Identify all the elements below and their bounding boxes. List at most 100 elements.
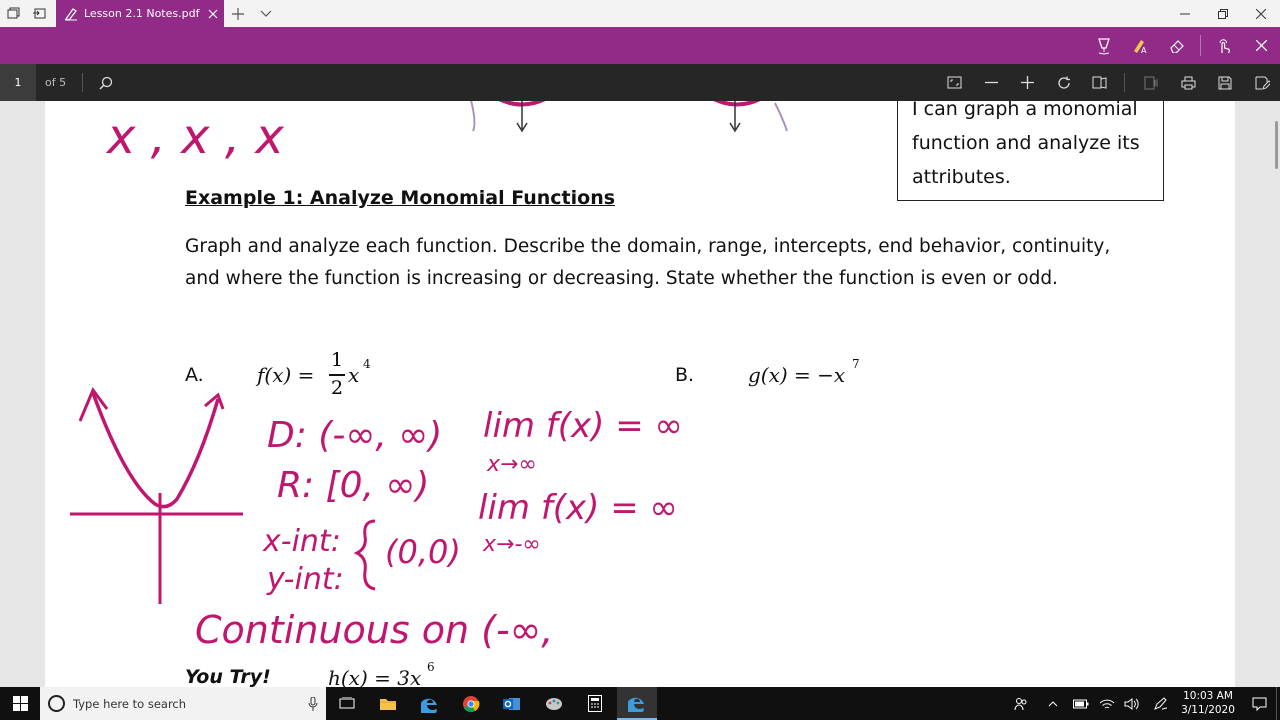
pdf-toolbar: 1 of 5 [0,64,1280,101]
save-as-icon [1255,76,1270,90]
eraser-icon [1170,39,1184,53]
edge-window: Lesson 2.1 Notes.pdf A 1 of 5 I can grap… [0,0,1280,720]
restore-tabs-icon [32,8,45,19]
show-aside-tabs-button[interactable] [26,0,52,27]
file-explorer-button[interactable] [368,687,408,720]
start-button[interactable] [0,687,40,720]
edge-active-button[interactable] [617,687,657,720]
save-button[interactable] [1210,64,1240,101]
windows-logo-icon [12,696,28,711]
calculator-button[interactable] [575,687,615,720]
fit-to-page-icon [947,76,961,89]
task-view-button[interactable] [327,687,367,720]
touch-writing-button[interactable] [1207,27,1241,64]
edge-legacy-button[interactable] [410,687,450,720]
read-aloud-button[interactable] [1136,64,1166,101]
pdf-ink-icon [62,7,80,21]
speaker-icon [1124,697,1139,710]
tab-preview-button[interactable] [252,0,280,27]
plus-icon [1020,76,1034,89]
eraser-button[interactable] [1160,27,1194,64]
minimize-icon [1180,13,1190,14]
close-icon [1255,40,1267,51]
cortana-icon [48,695,65,712]
task-view-icon [339,697,355,709]
top-scribble: x , x , x [105,109,284,165]
ink-limit-neg: lim f(x) = ∞ [478,488,678,528]
zoom-out-button[interactable] [976,64,1006,101]
search-button[interactable] [91,64,121,101]
edge-icon [628,697,644,712]
people-button[interactable] [1010,687,1032,720]
plus-icon [232,7,244,20]
palette-icon [546,697,562,710]
page-count: of 5 [45,76,67,89]
toolbar-divider [1124,73,1125,92]
scrollbar-thumb[interactable] [1275,121,1278,169]
svg-text:A: A [1141,46,1147,54]
system-clock[interactable]: 10:03 AM 3/11/2020 [1176,689,1240,717]
ink-domain: D: (-∞, ∞) [267,415,442,456]
people-icon [1014,697,1027,710]
read-aloud-icon [1144,76,1158,89]
ink-range: R: [0, ∞) [277,465,429,506]
zoom-in-button[interactable] [1012,64,1042,101]
action-center-button[interactable] [1244,687,1274,720]
chevron-down-icon [260,10,272,17]
page-view-icon [1092,76,1107,89]
minimize-button[interactable] [1166,0,1204,27]
battery-button[interactable] [1070,687,1092,720]
print-button[interactable] [1173,64,1203,101]
ink-limit-pos-sub: x→∞ [486,452,537,477]
show-desktop-button[interactable] [1276,687,1280,720]
toolbar-divider [82,73,83,92]
set-aside-tabs-button[interactable] [0,0,26,27]
edge-icon [421,698,437,713]
close-tab-icon[interactable] [202,9,224,19]
rotate-button[interactable] [1049,64,1079,101]
pen-workspace-button[interactable] [1150,687,1172,720]
page-view-button[interactable] [1085,64,1115,101]
fit-page-button[interactable] [939,64,969,101]
pdf-viewer[interactable]: I can graph a monomial function and anal… [0,101,1280,687]
active-tab[interactable]: Lesson 2.1 Notes.pdf [56,0,224,27]
rotate-icon [1058,76,1070,89]
close-window-button[interactable] [1242,0,1280,27]
ink-limit-neg-sub: x→-∞ [482,532,541,557]
ink-toolbar: A [0,27,1280,64]
save-as-button[interactable] [1247,64,1277,101]
chrome-button[interactable] [451,687,491,720]
search-icon [99,76,113,90]
graph-curve [91,392,220,509]
handwriting-layer: x , x , x D: (-∞, ∞) R: [0, ∞) x-int: y-… [70,101,788,652]
prev-figure-curve [774,102,788,132]
chrome-icon [463,695,480,712]
wifi-icon [1099,699,1115,708]
close-ink-button[interactable] [1244,27,1278,64]
volume-button[interactable] [1121,687,1143,720]
notification-icon [1252,697,1266,711]
close-icon [1256,8,1266,19]
taskbar-search[interactable]: Type here to search [40,687,326,720]
page-number-input[interactable]: 1 [0,64,36,101]
prev-figure-curve [498,101,546,107]
touch-hand-icon [1219,38,1230,53]
chevron-up-icon [1048,700,1058,706]
ballpoint-pen-button[interactable] [1087,27,1121,64]
pen-workspace-icon [1154,696,1168,710]
network-button[interactable] [1096,687,1118,720]
outlook-icon [503,697,520,710]
search-placeholder: Type here to search [73,696,187,711]
clock-time: 10:03 AM [1183,690,1233,702]
pen-icon [1098,37,1110,55]
microphone-icon[interactable] [300,696,326,711]
new-tab-button[interactable] [224,0,252,27]
outlook-button[interactable] [492,687,532,720]
paint-button[interactable] [534,687,574,720]
restore-button[interactable] [1204,0,1242,27]
ink-brace [353,519,376,591]
tab-title: Lesson 2.1 Notes.pdf [84,7,200,20]
show-hidden-icons-button[interactable] [1042,687,1064,720]
highlighter-button[interactable]: A [1123,27,1157,64]
ink-intercept: (0,0) [385,533,461,571]
